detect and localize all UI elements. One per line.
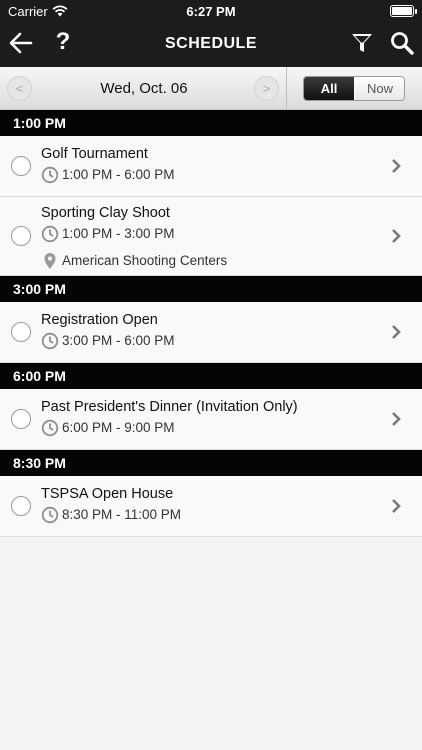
event-row[interactable]: Past President's Dinner (Invitation Only… [0,389,422,450]
current-date: Wed, Oct. 06 [100,80,188,97]
event-time: 1:00 PM - 6:00 PM [41,166,175,184]
time-header: 8:30 PM [0,450,422,476]
event-name: Golf Tournament [41,146,148,162]
map-pin-icon [44,253,56,269]
select-radio[interactable] [11,496,31,516]
event-name: Past President's Dinner (Invitation Only… [41,399,298,415]
event-row[interactable]: Golf Tournament 1:00 PM - 6:00 PM [0,136,422,197]
top-bar: Carrier 6:27 PM ? SCHEDULE [0,0,422,67]
chevron-right-icon[interactable] [390,411,402,427]
event-row[interactable]: Registration Open 3:00 PM - 6:00 PM [0,302,422,363]
chevron-right-icon[interactable] [390,158,402,174]
event-location: American Shooting Centers [41,252,227,270]
clock-icon [41,419,59,437]
prev-day-button[interactable]: < [7,76,32,101]
event-time-text: 1:00 PM - 3:00 PM [62,226,175,241]
divider [286,67,287,109]
time-header: 1:00 PM [0,110,422,136]
funnel-icon[interactable] [350,31,374,55]
chevron-right-icon[interactable] [390,228,402,244]
next-day-button[interactable]: > [254,76,279,101]
event-time: 6:00 PM - 9:00 PM [41,419,175,437]
select-radio[interactable] [11,156,31,176]
clock-icon [41,225,59,243]
filter-all-button[interactable]: All [304,77,354,100]
time-filter-toggle: All Now [303,76,405,101]
event-time-text: 6:00 PM - 9:00 PM [62,420,175,435]
chevron-right-icon[interactable] [390,498,402,514]
filter-now-button[interactable]: Now [355,77,404,100]
nav-bar: ? SCHEDULE [0,22,422,67]
event-location-text: American Shooting Centers [62,253,228,268]
clock-icon [41,166,59,184]
chevron-right-icon[interactable] [390,324,402,340]
event-row[interactable]: Sporting Clay Shoot 1:00 PM - 3:00 PM Am… [0,197,422,276]
event-time-text: 8:30 PM - 11:00 PM [62,507,182,522]
event-name: Registration Open [41,312,158,328]
time-header: 6:00 PM [0,363,422,389]
event-time: 8:30 PM - 11:00 PM [41,506,181,524]
battery-icon [390,5,417,17]
select-radio[interactable] [11,226,31,246]
clock-icon [41,506,59,524]
event-time-text: 1:00 PM - 6:00 PM [62,167,175,182]
select-radio[interactable] [11,322,31,342]
event-time-text: 3:00 PM - 6:00 PM [62,333,175,348]
status-bar: Carrier 6:27 PM [0,0,422,22]
search-icon[interactable] [389,30,415,56]
time-header: 3:00 PM [0,276,422,302]
event-row[interactable]: TSPSA Open House 8:30 PM - 11:00 PM [0,476,422,537]
status-time: 6:27 PM [186,4,236,19]
select-radio[interactable] [11,409,31,429]
event-time: 1:00 PM - 3:00 PM [41,225,175,243]
clock-icon [41,332,59,350]
event-name: Sporting Clay Shoot [41,205,170,221]
event-name: TSPSA Open House [41,486,174,502]
event-time: 3:00 PM - 6:00 PM [41,332,175,350]
schedule-list: 1:00 PM Golf Tournament 1:00 PM - 6:00 P… [0,110,422,537]
date-selector: < Wed, Oct. 06 > All Now [0,67,422,110]
